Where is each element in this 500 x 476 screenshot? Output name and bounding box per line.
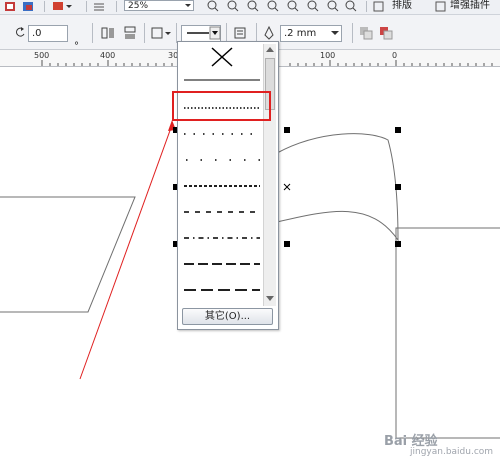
zoom-in-icon[interactable] [206,0,220,12]
zoom-width-icon[interactable] [306,0,320,12]
selection-handle[interactable] [284,241,290,247]
mirror-vertical-icon[interactable] [122,25,138,41]
other-styles-button[interactable]: 其它(O)... [182,308,273,325]
chevron-down-icon[interactable] [182,0,194,11]
arrange-icon[interactable] [372,0,386,12]
ruler-label: 100 [320,51,336,60]
line-style-none[interactable] [182,44,262,68]
line-style-dense-dashed[interactable] [182,174,262,198]
watermark-url: jingyan.baidu.com [410,447,494,457]
separator [256,23,257,43]
convert-to-curves-icon[interactable] [378,25,394,41]
rotate-icon [16,27,25,37]
line-style-long-dashed[interactable] [182,252,262,276]
selection-handle[interactable] [395,241,401,247]
separator [116,1,117,12]
line-style-dotted[interactable] [182,122,262,146]
separator [44,1,45,12]
rotation-angle-input[interactable]: .0 [28,25,68,42]
selection-handle[interactable] [395,184,401,190]
zoom-level-value: 25% [128,1,149,11]
line-style-dash-dot[interactable] [182,226,262,250]
publish-icon[interactable] [22,1,36,12]
standard-toolbar: 25% 排版 增强插件 [0,0,500,15]
options-icon[interactable] [92,1,106,12]
plugin-icon[interactable] [434,0,448,12]
application-launcher-icon[interactable] [52,1,72,12]
line-style-sparse-dotted[interactable] [182,148,262,172]
rectangle-shape[interactable] [395,227,500,439]
center-marker-icon [283,183,291,191]
outline-position-icon[interactable] [232,25,250,41]
ruler-label: 400 [100,51,116,60]
mirror-horizontal-icon[interactable] [100,25,116,41]
annotation-arrow-line [79,124,173,380]
arrange-button[interactable]: 排版 [392,0,412,12]
scroll-up-icon[interactable] [266,47,274,52]
pan-icon[interactable] [344,0,358,12]
selection-highlight-box [172,91,271,121]
separator [352,23,353,43]
separator [144,23,145,43]
scroll-down-icon[interactable] [266,296,274,301]
zoom-page-icon[interactable] [286,0,300,12]
selection-handle[interactable] [395,127,401,133]
zoom-all-icon[interactable] [266,0,280,12]
separator [366,1,367,12]
combine-icon[interactable] [358,25,374,41]
wrap-text-icon[interactable] [150,25,172,41]
ruler-label: 0 [392,51,398,60]
line-style-extra-long-dashed[interactable] [182,278,262,302]
plugins-button[interactable]: 增强插件 [450,0,490,12]
dropdown-scrollbar[interactable] [263,44,276,306]
separator [86,1,87,12]
parallelogram-shape[interactable] [0,196,136,313]
line-style-select[interactable] [181,25,221,42]
wave-shape[interactable] [276,133,399,242]
zoom-selected-icon[interactable] [246,0,260,12]
zoom-out-icon[interactable] [226,0,240,12]
line-style-list [182,44,262,306]
separator [226,23,227,43]
zoom-height-icon[interactable] [326,0,340,12]
outline-width-value: .2 mm [284,28,317,39]
line-style-dropdown: 其它(O)... [177,41,279,330]
line-style-short-dashed[interactable] [182,200,262,224]
chevron-down-icon[interactable] [330,29,340,37]
selection-handle[interactable] [284,127,290,133]
separator [92,23,93,43]
ruler-label: 500 [34,51,50,60]
export-icon[interactable] [4,1,18,12]
separator [176,23,177,43]
rotation-angle-value: .0 [32,28,42,39]
pen-icon [264,25,274,40]
